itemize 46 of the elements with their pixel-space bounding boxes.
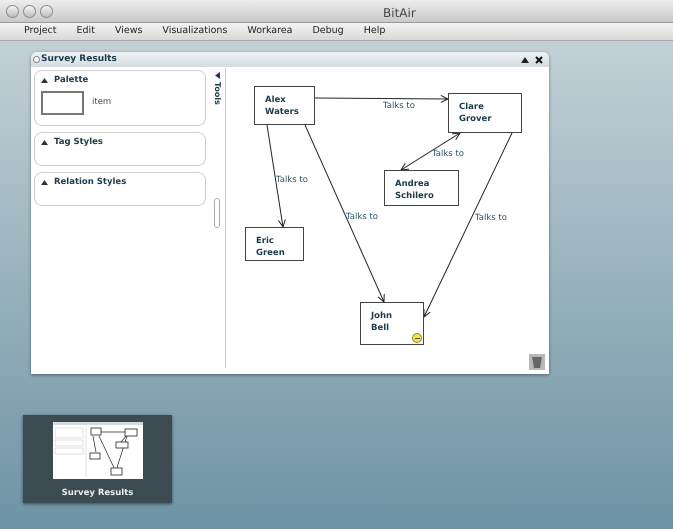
window-control-icon[interactable] [40,4,53,18]
thumbnail-card[interactable]: Survey Results [23,415,172,503]
menu-item[interactable]: Workarea [247,24,292,39]
diagram-node[interactable]: Clare Grover [448,93,522,133]
connector-label: Talks to [346,213,378,222]
diagram-node[interactable]: Alex Waters [254,86,315,125]
trash-icon[interactable] [529,354,545,370]
section-title: Palette [54,74,88,87]
menu-item[interactable]: Debug [312,24,344,39]
connector-arrow[interactable] [314,94,450,103]
thumbnail-title: Survey Results [62,487,134,500]
connector-label: Talks to [432,150,464,158]
menu-item[interactable]: Help [364,24,386,39]
menu-item[interactable]: Project [24,24,57,39]
connector-label: Talks to [475,214,507,222]
section-title: Relation Styles [54,176,126,189]
collapse-tools-icon[interactable] [214,72,220,79]
node-label: Eric Green [256,235,286,259]
diagram-node[interactable]: Andrea Schilero [384,170,459,206]
window-control-icon[interactable] [6,4,19,18]
window-title: BitAir [383,5,416,22]
collapse-icon[interactable] [41,140,48,145]
node-label: Andrea Schilero [395,178,435,202]
collapse-icon[interactable] [41,180,48,185]
node-label: John Bell [371,310,394,334]
section-title: Tag Styles [54,136,103,149]
tools-tab[interactable]: Tools [211,82,223,105]
panel-status-icon [33,56,40,63]
close-icon[interactable] [535,56,543,64]
scrollbar-thumb[interactable] [214,198,220,228]
diagram-node[interactable]: John Bell [360,302,424,345]
diagram-node[interactable]: Eric Green [245,227,304,261]
collapse-icon[interactable] [41,78,48,83]
connector-label: Talks to [383,102,415,110]
minus-badge-icon[interactable] [412,333,422,343]
menu-item[interactable]: Edit [76,24,95,39]
palette-item-shape[interactable] [41,90,84,115]
panel-title: Survey Results [41,52,117,66]
window-control-icon[interactable] [23,4,36,18]
node-label: Clare Grover [459,101,493,125]
node-label: Alex Waters [265,94,300,118]
collapse-icon[interactable] [521,56,529,62]
menu-item[interactable]: Views [114,24,142,39]
palette-item-label: item [92,96,112,110]
menu-item[interactable]: Visualizations [162,24,228,39]
connector-label: Talks to [276,176,308,184]
